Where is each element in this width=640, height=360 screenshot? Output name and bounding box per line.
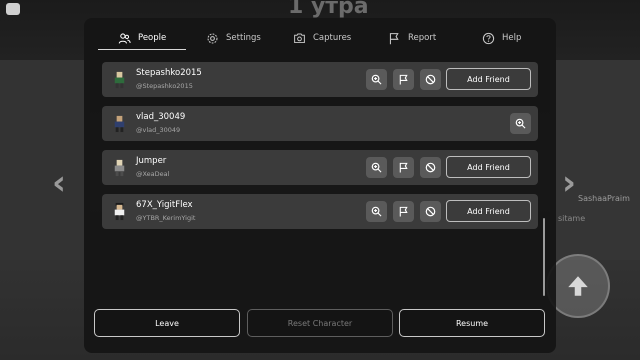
- game-title: 1 утра: [288, 0, 369, 19]
- scrollbar[interactable]: [543, 218, 545, 296]
- player-row: 67X_YigitFlex @YTBR_KerimYigit Add Frien…: [102, 194, 538, 229]
- help-icon: [482, 32, 495, 44]
- background-player-name: SashaaPraim: [578, 194, 630, 203]
- player-name: vlad_30049: [136, 112, 186, 122]
- background-player-name: sitame: [558, 214, 586, 223]
- chevron-left-icon[interactable]: ‹: [52, 163, 66, 203]
- tab-label: Settings: [226, 33, 261, 43]
- flag-icon: [399, 162, 408, 173]
- block-button[interactable]: [420, 157, 441, 178]
- avatar: [114, 159, 125, 177]
- tab-help[interactable]: Help: [482, 24, 521, 52]
- player-list: Stepashko2015 @Stepashko2015 Add Friend …: [102, 62, 538, 238]
- block-icon: [425, 162, 436, 173]
- player-handle: @vlad_30049: [136, 126, 181, 134]
- player-name: Stepashko2015: [136, 68, 202, 78]
- player-handle: @XeaDeal: [136, 170, 170, 178]
- inspect-button[interactable]: [366, 157, 387, 178]
- tab-label: Captures: [313, 33, 352, 43]
- game-menu: People Settings Captures Report Help Ste…: [84, 18, 556, 353]
- zoom-in-icon: [371, 206, 382, 217]
- tab-people[interactable]: People: [118, 24, 166, 52]
- tab-label: Report: [408, 33, 437, 43]
- block-icon: [425, 74, 436, 85]
- add-friend-button[interactable]: Add Friend: [446, 68, 531, 90]
- player-handle: @YTBR_KerimYigit: [136, 214, 196, 222]
- avatar: [114, 202, 125, 221]
- avatar: [114, 71, 125, 89]
- block-button[interactable]: [420, 69, 441, 90]
- player-row: Stepashko2015 @Stepashko2015 Add Friend: [102, 62, 538, 97]
- zoom-in-icon: [371, 74, 382, 85]
- report-button[interactable]: [393, 201, 414, 222]
- camera-icon: [294, 33, 305, 43]
- inspect-button[interactable]: [366, 69, 387, 90]
- tab-settings[interactable]: Settings: [206, 24, 261, 52]
- report-button[interactable]: [393, 69, 414, 90]
- report-button[interactable]: [393, 157, 414, 178]
- tab-label: People: [138, 33, 167, 43]
- player-handle: @Stepashko2015: [136, 82, 193, 90]
- roblox-menu-button[interactable]: [6, 3, 20, 15]
- player-row: vlad_30049 @vlad_30049: [102, 106, 538, 141]
- arrow-up-icon: [568, 276, 588, 296]
- player-name: 67X_YigitFlex: [136, 200, 193, 210]
- block-icon: [425, 206, 436, 217]
- chevron-right-icon[interactable]: ›: [562, 163, 576, 203]
- scene-wall-right: [550, 60, 640, 260]
- add-friend-button[interactable]: Add Friend: [446, 200, 531, 222]
- add-friend-button[interactable]: Add Friend: [446, 156, 531, 178]
- leave-button[interactable]: Leave: [94, 309, 240, 337]
- active-tab-indicator: [98, 49, 186, 50]
- block-button[interactable]: [420, 201, 441, 222]
- tab-report[interactable]: Report: [388, 24, 436, 52]
- zoom-in-icon: [371, 162, 382, 173]
- scene-wall-left: [0, 60, 90, 260]
- player-name: Jumper: [136, 156, 167, 166]
- people-icon: [118, 32, 131, 44]
- flag-icon: [399, 74, 408, 85]
- reset-character-button[interactable]: Reset Character: [247, 309, 393, 337]
- flag-icon: [389, 32, 399, 44]
- inspect-button[interactable]: [510, 113, 531, 134]
- avatar: [114, 115, 125, 133]
- inspect-button[interactable]: [366, 201, 387, 222]
- flag-icon: [399, 206, 408, 217]
- gear-icon: [207, 33, 218, 43]
- zoom-in-icon: [515, 118, 526, 129]
- resume-button[interactable]: Resume: [399, 309, 545, 337]
- player-row: Jumper @XeaDeal Add Friend: [102, 150, 538, 185]
- menu-tabs: People Settings Captures Report Help: [98, 24, 542, 52]
- tab-captures[interactable]: Captures: [293, 24, 351, 52]
- tab-label: Help: [502, 33, 522, 43]
